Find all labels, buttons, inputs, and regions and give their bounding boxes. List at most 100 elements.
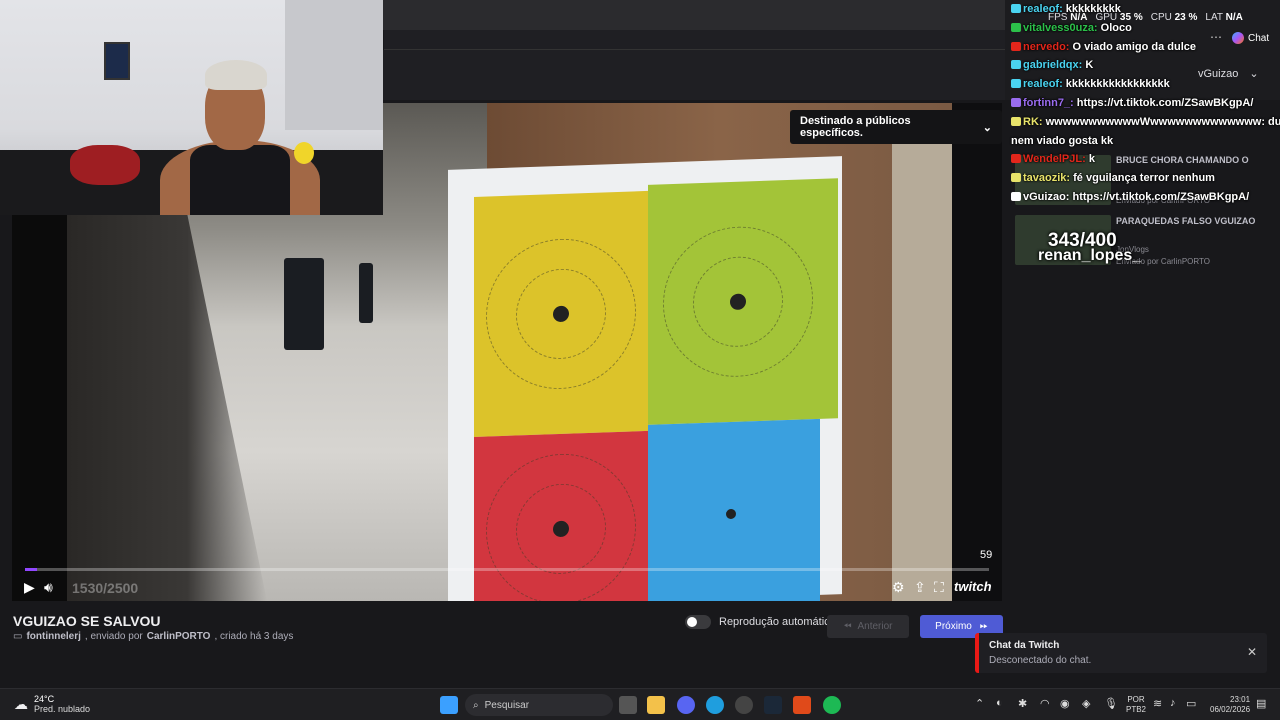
video-scene-backstop — [892, 133, 952, 601]
task-view-icon[interactable] — [619, 696, 637, 714]
close-icon[interactable]: ✕ — [1247, 645, 1257, 659]
chat-username[interactable]: RK: — [1023, 116, 1046, 128]
chat-badge-icon — [1011, 22, 1021, 32]
next-label: Próximo — [935, 621, 972, 632]
related-clip-title[interactable]: PARAQUEDAS FALSO VGUIZAO — [1116, 216, 1255, 226]
chat-message-text: wwwwwwwwwwwWwwwwwwwwwwwww: duro — [1045, 115, 1280, 128]
cloud-icon: ☁ — [14, 695, 28, 712]
chat-message: realeof: kkkkkkkkkkkkkkkkk — [1011, 75, 1279, 94]
target-quadrant-yellow — [474, 190, 648, 437]
chat-username[interactable]: nervedo: — [1023, 41, 1073, 53]
chevron-up-icon[interactable]: ⌃ — [975, 697, 984, 710]
webcam-red-object — [70, 145, 140, 185]
chat-message-text: https://vt.tiktok.com/ZSawBKgpA/ — [1072, 190, 1250, 203]
clip-created: , criado há 3 days — [214, 631, 294, 642]
video-progress-bar[interactable] — [25, 568, 989, 571]
target-quadrant-blue — [648, 418, 820, 601]
discord-icon[interactable] — [677, 696, 695, 714]
chat-username[interactable]: WendelPJL: — [1023, 153, 1089, 165]
autoplay-toggle[interactable]: Reprodução automática — [685, 615, 836, 629]
webcam-person-shirt — [190, 145, 290, 215]
battery-icon[interactable]: ▭ — [1186, 697, 1196, 710]
weather-widget[interactable]: ☁ 24°C Pred. nublado — [14, 694, 90, 714]
app-active-icon[interactable] — [793, 696, 811, 714]
volume-icon[interactable]: ♪ — [1170, 697, 1176, 709]
bullet-hole — [726, 508, 736, 520]
chat-username[interactable]: gabrieldqx: — [1023, 59, 1085, 71]
chat-message: vGuizao: https://vt.tiktok.com/ZSawBKgpA… — [1011, 188, 1279, 207]
clock[interactable]: 23:01 06/02/2026 — [1210, 695, 1250, 715]
chat-message: tavaozik: fé vguilança terror nenhum — [1011, 169, 1279, 188]
play-icon[interactable]: ▶ — [24, 579, 35, 596]
wifi-icon[interactable]: ≋ — [1153, 697, 1162, 710]
file-explorer-icon[interactable] — [647, 696, 665, 714]
target-quadrant-red — [474, 430, 648, 601]
taskbar-search[interactable]: ⌕ Pesquisar — [465, 694, 613, 716]
language-code: POR — [1127, 695, 1145, 704]
tray-app-icon[interactable]: ◐ — [996, 697, 1003, 709]
target-quadrant-green — [648, 178, 838, 425]
chat-message-text: kkkkkkkkk — [1065, 3, 1121, 15]
weather-temp: 24°C — [34, 694, 55, 704]
chat-badge-icon — [1011, 4, 1021, 13]
chat-username[interactable]: tavaozik: — [1023, 172, 1073, 184]
webcam-toy — [294, 142, 314, 164]
chat-username[interactable]: realeof: — [1023, 3, 1066, 15]
edge-icon[interactable] — [706, 696, 724, 714]
notification-body: Desconectado do chat. — [989, 655, 1092, 666]
tray-app-icon[interactable]: ◈ — [1082, 697, 1090, 710]
fullscreen-icon[interactable]: ⛶ — [934, 579, 944, 596]
volume-icon[interactable]: 🔊︎ — [44, 579, 53, 596]
chat-message: gabrieldqx: K — [1011, 56, 1279, 75]
clock-time: 23:01 — [1230, 695, 1251, 704]
twitch-logo[interactable]: twitch — [954, 579, 992, 594]
steam-icon[interactable] — [764, 696, 782, 714]
chat-message-text: fé vguilança terror nenhum — [1073, 172, 1215, 185]
notification-icon[interactable]: ▤ — [1256, 697, 1266, 710]
share-icon[interactable]: ⇪ — [914, 579, 926, 596]
bluetooth-icon[interactable]: ✱ — [1018, 697, 1027, 710]
autoplay-label: Reprodução automática — [719, 616, 836, 628]
address-bar[interactable] — [384, 30, 1005, 50]
webcam-overlay — [0, 0, 383, 215]
goal-username: renan_lopes_ — [1038, 247, 1142, 264]
microphone-icon[interactable]: 🎙︎ — [1104, 697, 1118, 710]
chat-message: fortinn7_: https://vt.tiktok.com/ZSawBKg… — [1011, 94, 1279, 113]
chevron-down-icon: ⌄ — [982, 121, 992, 134]
clip-author[interactable]: fontinnelerj — [26, 631, 80, 642]
app-icon[interactable] — [735, 696, 753, 714]
notification-title: Chat da Twitch — [989, 640, 1060, 651]
chat-username[interactable]: vitalvess0uza: — [1023, 22, 1101, 34]
settings-icon[interactable]: ⚙ — [892, 579, 905, 596]
chat-username[interactable]: fortinn7_: — [1023, 97, 1077, 109]
chat-badge-icon — [1011, 191, 1021, 201]
chat-badge-icon — [1011, 116, 1021, 126]
weather-desc: Pred. nublado — [34, 704, 91, 714]
tray-app-icon[interactable]: ◉ — [1060, 697, 1070, 710]
headset-icon[interactable]: ◠ — [1040, 697, 1050, 710]
range-post — [359, 263, 373, 323]
chat-username[interactable]: vGuizao: — [1023, 191, 1073, 203]
search-placeholder: Pesquisar — [484, 699, 530, 711]
sent-by-prefix: , enviado por — [84, 631, 143, 642]
windows-start-icon[interactable] — [440, 696, 458, 714]
taskbar: ☁ 24°C Pred. nublado ⌕ Pesquisar ⌃ ◐ ✱ ◠… — [0, 688, 1280, 720]
chat-badge-icon — [1011, 97, 1021, 107]
chat-badge-icon — [1011, 173, 1021, 183]
autoplay-switch[interactable] — [685, 615, 711, 629]
chat-message: realeof: kkkkkkkkk — [1011, 0, 1279, 19]
chat-message-text: kkkkkkkkkkkkkkkkk — [1065, 78, 1170, 91]
spotify-icon[interactable] — [823, 696, 841, 714]
clip-sender[interactable]: CarlinPORTO — [147, 631, 211, 642]
previous-button[interactable]: ⏪︎ Anterior — [827, 615, 909, 638]
comment-icon: ▭ — [13, 631, 23, 642]
chat-username[interactable]: realeof: — [1023, 78, 1066, 90]
webcam-picture-frame — [104, 42, 130, 80]
chat-badge-icon — [1011, 154, 1021, 164]
clip-title: VGUIZAO SE SALVOU — [13, 613, 161, 629]
language-indicator[interactable]: POR PTB2 — [1126, 695, 1146, 715]
audience-label: Destinado a públicos específicos. — [800, 115, 911, 139]
chat-badge-icon — [1011, 41, 1021, 51]
audience-dropdown[interactable]: Destinado a públicos específicos. ⌄ — [790, 110, 1002, 144]
chat-message: RK: wwwwwwwwwwwWwwwwwwwwwwwww: duro — [1011, 113, 1280, 132]
